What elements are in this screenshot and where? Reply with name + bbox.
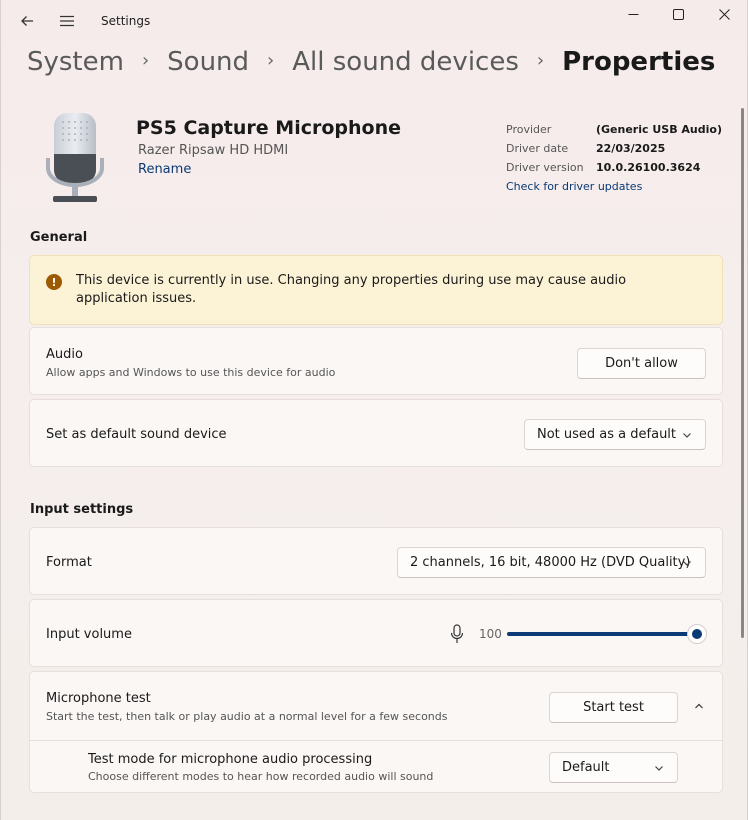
input-volume-title: Input volume	[46, 627, 132, 642]
chevron-down-icon	[681, 557, 693, 569]
input-settings-section-title: Input settings	[30, 502, 134, 517]
close-icon[interactable]	[701, 0, 747, 28]
settings-window: Settings System › Sound › All sound devi…	[0, 0, 748, 820]
format-title: Format	[46, 555, 92, 570]
maximize-icon[interactable]	[655, 0, 701, 28]
microphone-device-icon	[45, 110, 105, 206]
audio-title: Audio	[46, 347, 83, 362]
chevron-down-icon	[653, 762, 665, 774]
rename-link[interactable]: Rename	[138, 162, 191, 177]
hamburger-icon[interactable]	[52, 8, 82, 34]
breadcrumb-sound[interactable]: Sound	[167, 47, 249, 77]
chevron-up-icon[interactable]	[684, 693, 714, 719]
input-volume-value: 100	[479, 627, 502, 641]
dont-allow-button[interactable]: Don't allow	[577, 348, 706, 379]
microphone-test-card: Microphone test Start the test, then tal…	[29, 671, 723, 793]
minimize-icon[interactable]	[610, 0, 656, 28]
driver-date-value: 22/03/2025	[596, 142, 666, 155]
input-volume-slider-thumb[interactable]	[687, 624, 707, 644]
default-device-selected: Not used as a default	[537, 427, 677, 442]
window-title: Settings	[101, 14, 151, 28]
microphone-icon[interactable]	[450, 624, 464, 644]
breadcrumb-separator: ›	[536, 49, 545, 71]
in-use-warning: ! This device is currently in use. Chang…	[29, 255, 723, 325]
divider	[30, 740, 722, 741]
warning-text: This device is currently in use. Changin…	[76, 273, 627, 306]
driver-version-value: 10.0.26100.3624	[596, 161, 701, 174]
breadcrumb: System › Sound › All sound devices › Pro…	[27, 44, 715, 80]
chevron-down-icon	[681, 429, 693, 441]
breadcrumb-system[interactable]: System	[27, 47, 124, 77]
test-mode-subtitle: Choose different modes to hear how recor…	[88, 770, 434, 783]
breadcrumb-separator: ›	[267, 49, 275, 71]
mic-test-title: Microphone test	[46, 691, 151, 706]
provider-label: Provider	[506, 123, 552, 136]
title-bar: Settings	[1, 0, 748, 42]
input-volume-track	[507, 632, 697, 636]
device-name: PS5 Capture Microphone	[136, 117, 401, 139]
device-subtitle: Razer Ripsaw HD HDMI	[138, 143, 289, 158]
test-mode-dropdown[interactable]: Default	[549, 752, 678, 783]
audio-subtitle: Allow apps and Windows to use this devic…	[46, 366, 336, 379]
driver-info: Provider (Generic USB Audio) Driver date…	[506, 120, 722, 196]
breadcrumb-all-sound-devices[interactable]: All sound devices	[292, 47, 519, 77]
default-device-title: Set as default sound device	[46, 427, 227, 442]
default-device-card: Set as default sound device Not used as …	[29, 399, 723, 467]
breadcrumb-properties: Properties	[562, 47, 716, 77]
start-test-button[interactable]: Start test	[549, 692, 678, 723]
format-selected: 2 channels, 16 bit, 48000 Hz (DVD Qualit…	[410, 555, 691, 570]
provider-value: (Generic USB Audio)	[596, 123, 722, 136]
warning-exclamation-icon: !	[46, 274, 62, 290]
breadcrumb-separator: ›	[141, 49, 150, 71]
mic-test-subtitle: Start the test, then talk or play audio …	[46, 710, 448, 723]
audio-setting-card: Audio Allow apps and Windows to use this…	[29, 327, 723, 395]
driver-version-label: Driver version	[506, 161, 584, 174]
test-mode-selected: Default	[562, 760, 610, 775]
arrow-left-icon[interactable]	[12, 8, 42, 34]
format-dropdown[interactable]: 2 channels, 16 bit, 48000 Hz (DVD Qualit…	[397, 547, 706, 578]
driver-date-label: Driver date	[506, 142, 569, 155]
default-device-dropdown[interactable]: Not used as a default	[524, 419, 706, 450]
input-volume-card: Input volume 100	[29, 599, 723, 667]
test-mode-title: Test mode for microphone audio processin…	[88, 752, 373, 767]
format-card: Format 2 channels, 16 bit, 48000 Hz (DVD…	[29, 527, 723, 595]
check-driver-updates-link[interactable]: Check for driver updates	[506, 177, 722, 196]
general-section-title: General	[30, 230, 88, 245]
vertical-scrollbar[interactable]	[741, 108, 744, 638]
